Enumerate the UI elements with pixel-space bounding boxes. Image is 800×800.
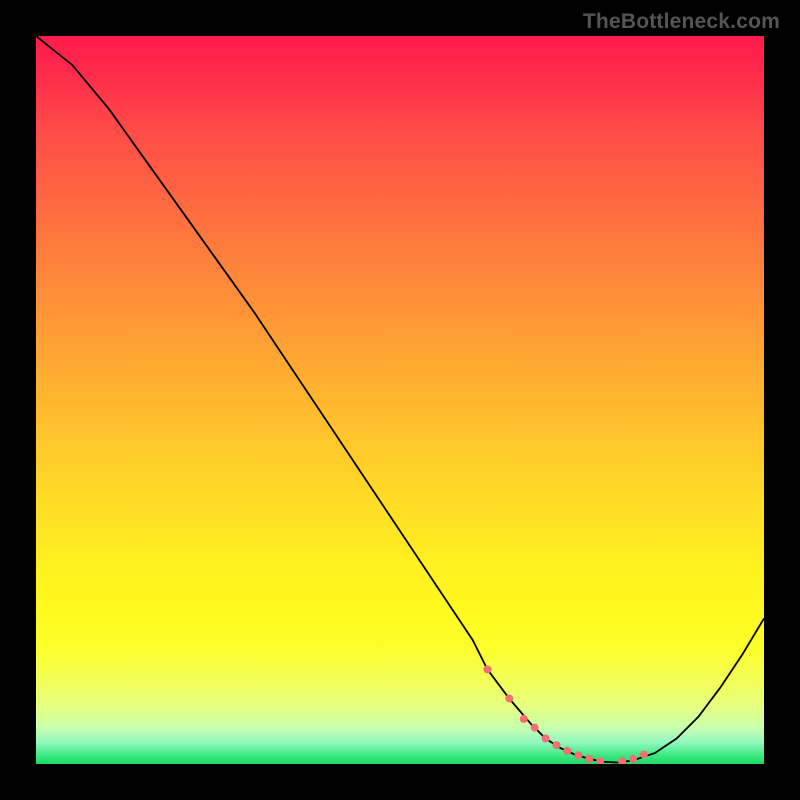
highlight-dot xyxy=(629,755,637,763)
highlight-dot xyxy=(542,735,550,743)
highlight-dot xyxy=(596,757,604,764)
highlight-dots-group xyxy=(483,665,648,764)
highlight-dot xyxy=(520,715,528,723)
highlight-dot xyxy=(574,751,582,759)
highlight-dot xyxy=(640,751,648,759)
highlight-dot xyxy=(553,741,561,749)
highlight-dot xyxy=(505,695,513,703)
highlight-dot xyxy=(618,757,626,764)
highlight-dot xyxy=(585,755,593,763)
bottleneck-curve-path xyxy=(36,36,764,763)
chart-svg xyxy=(36,36,764,764)
watermark-text: TheBottleneck.com xyxy=(583,10,780,34)
highlight-dot xyxy=(563,747,571,755)
highlight-dot xyxy=(483,665,491,673)
chart-plot-area xyxy=(36,36,764,764)
highlight-dot xyxy=(531,724,539,732)
